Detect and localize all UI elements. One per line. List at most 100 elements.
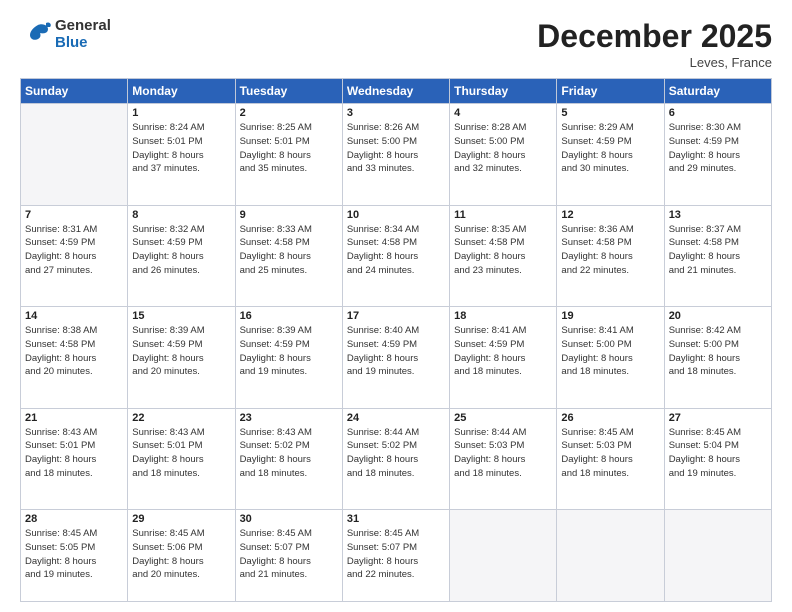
calendar-cell: 7 Sunrise: 8:31 AMSunset: 4:59 PMDaylight…: [21, 205, 128, 307]
calendar-cell: [557, 510, 664, 602]
day-detail: Sunrise: 8:45 AMSunset: 5:07 PMDaylight:…: [240, 527, 338, 582]
day-detail: Sunrise: 8:45 AMSunset: 5:06 PMDaylight:…: [132, 527, 230, 582]
day-number: 14: [25, 310, 123, 322]
calendar-cell: 5 Sunrise: 8:29 AMSunset: 4:59 PMDaylight…: [557, 104, 664, 206]
calendar-cell: 22 Sunrise: 8:43 AMSunset: 5:01 PMDayligh…: [128, 408, 235, 510]
day-detail: Sunrise: 8:45 AMSunset: 5:04 PMDaylight:…: [669, 426, 767, 481]
day-number: 21: [25, 412, 123, 424]
col-header-friday: Friday: [557, 79, 664, 104]
day-number: 26: [561, 412, 659, 424]
calendar-cell: 2 Sunrise: 8:25 AMSunset: 5:01 PMDaylight…: [235, 104, 342, 206]
calendar-cell: 12 Sunrise: 8:36 AMSunset: 4:58 PMDayligh…: [557, 205, 664, 307]
day-number: 13: [669, 209, 767, 221]
day-number: 1: [132, 107, 230, 119]
calendar: SundayMondayTuesdayWednesdayThursdayFrid…: [20, 78, 772, 602]
calendar-cell: 24 Sunrise: 8:44 AMSunset: 5:02 PMDayligh…: [342, 408, 449, 510]
header: General Blue December 2025 Leves, France: [20, 18, 772, 70]
day-number: 16: [240, 310, 338, 322]
day-detail: Sunrise: 8:41 AMSunset: 4:59 PMDaylight:…: [454, 324, 552, 379]
calendar-cell: 30Sunrise: 8:45 AMSunset: 5:07 PMDayligh…: [235, 510, 342, 602]
col-header-wednesday: Wednesday: [342, 79, 449, 104]
day-detail: Sunrise: 8:30 AMSunset: 4:59 PMDaylight:…: [669, 121, 767, 176]
day-number: 18: [454, 310, 552, 322]
day-detail: Sunrise: 8:43 AMSunset: 5:01 PMDaylight:…: [132, 426, 230, 481]
day-detail: Sunrise: 8:29 AMSunset: 4:59 PMDaylight:…: [561, 121, 659, 176]
calendar-cell: 20Sunrise: 8:42 AMSunset: 5:00 PMDayligh…: [664, 307, 771, 409]
day-detail: Sunrise: 8:31 AMSunset: 4:59 PMDaylight:…: [25, 223, 123, 278]
calendar-cell: 25Sunrise: 8:44 AMSunset: 5:03 PMDayligh…: [450, 408, 557, 510]
location: Leves, France: [537, 55, 772, 70]
calendar-cell: [664, 510, 771, 602]
day-number: 2: [240, 107, 338, 119]
calendar-cell: 27 Sunrise: 8:45 AMSunset: 5:04 PMDayligh…: [664, 408, 771, 510]
calendar-cell: [450, 510, 557, 602]
month-title: December 2025: [537, 18, 772, 55]
day-number: 12: [561, 209, 659, 221]
calendar-cell: 31Sunrise: 8:45 AMSunset: 5:07 PMDayligh…: [342, 510, 449, 602]
calendar-cell: 28 Sunrise: 8:45 AMSunset: 5:05 PMDayligh…: [21, 510, 128, 602]
logo: General Blue: [20, 18, 111, 51]
day-number: 25: [454, 412, 552, 424]
day-number: 8: [132, 209, 230, 221]
day-number: 6: [669, 107, 767, 119]
day-detail: Sunrise: 8:36 AMSunset: 4:58 PMDaylight:…: [561, 223, 659, 278]
day-detail: Sunrise: 8:37 AMSunset: 4:58 PMDaylight:…: [669, 223, 767, 278]
day-number: 4: [454, 107, 552, 119]
calendar-cell: 14 Sunrise: 8:38 AMSunset: 4:58 PMDayligh…: [21, 307, 128, 409]
calendar-cell: 29 Sunrise: 8:45 AMSunset: 5:06 PMDayligh…: [128, 510, 235, 602]
calendar-cell: 15Sunrise: 8:39 AMSunset: 4:59 PMDayligh…: [128, 307, 235, 409]
col-header-sunday: Sunday: [21, 79, 128, 104]
day-number: 7: [25, 209, 123, 221]
day-number: 28: [25, 513, 123, 525]
day-detail: Sunrise: 8:39 AMSunset: 4:59 PMDaylight:…: [240, 324, 338, 379]
calendar-cell: 23Sunrise: 8:43 AMSunset: 5:02 PMDayligh…: [235, 408, 342, 510]
day-detail: Sunrise: 8:41 AMSunset: 5:00 PMDaylight:…: [561, 324, 659, 379]
day-detail: Sunrise: 8:44 AMSunset: 5:02 PMDaylight:…: [347, 426, 445, 481]
calendar-header-row: SundayMondayTuesdayWednesdayThursdayFrid…: [21, 79, 772, 104]
calendar-cell: 1 Sunrise: 8:24 AMSunset: 5:01 PMDaylight…: [128, 104, 235, 206]
calendar-cell: 26Sunrise: 8:45 AMSunset: 5:03 PMDayligh…: [557, 408, 664, 510]
week-row-2: 7 Sunrise: 8:31 AMSunset: 4:59 PMDaylight…: [21, 205, 772, 307]
day-detail: Sunrise: 8:39 AMSunset: 4:59 PMDaylight:…: [132, 324, 230, 379]
day-detail: Sunrise: 8:34 AMSunset: 4:58 PMDaylight:…: [347, 223, 445, 278]
day-number: 27: [669, 412, 767, 424]
day-number: 29: [132, 513, 230, 525]
day-number: 5: [561, 107, 659, 119]
week-row-4: 21 Sunrise: 8:43 AMSunset: 5:01 PMDayligh…: [21, 408, 772, 510]
week-row-5: 28 Sunrise: 8:45 AMSunset: 5:05 PMDayligh…: [21, 510, 772, 602]
day-number: 24: [347, 412, 445, 424]
calendar-cell: 10Sunrise: 8:34 AMSunset: 4:58 PMDayligh…: [342, 205, 449, 307]
day-number: 19: [561, 310, 659, 322]
day-number: 22: [132, 412, 230, 424]
logo-blue-text: Blue: [55, 35, 111, 52]
calendar-cell: 3 Sunrise: 8:26 AMSunset: 5:00 PMDaylight…: [342, 104, 449, 206]
calendar-cell: 17 Sunrise: 8:40 AMSunset: 4:59 PMDayligh…: [342, 307, 449, 409]
day-detail: Sunrise: 8:26 AMSunset: 5:00 PMDaylight:…: [347, 121, 445, 176]
day-detail: Sunrise: 8:33 AMSunset: 4:58 PMDaylight:…: [240, 223, 338, 278]
day-detail: Sunrise: 8:38 AMSunset: 4:58 PMDaylight:…: [25, 324, 123, 379]
calendar-cell: 9 Sunrise: 8:33 AMSunset: 4:58 PMDaylight…: [235, 205, 342, 307]
logo-general-text: General: [55, 18, 111, 35]
col-header-monday: Monday: [128, 79, 235, 104]
day-number: 20: [669, 310, 767, 322]
title-block: December 2025 Leves, France: [537, 18, 772, 70]
day-detail: Sunrise: 8:24 AMSunset: 5:01 PMDaylight:…: [132, 121, 230, 176]
day-number: 3: [347, 107, 445, 119]
calendar-cell: [21, 104, 128, 206]
day-detail: Sunrise: 8:45 AMSunset: 5:05 PMDaylight:…: [25, 527, 123, 582]
col-header-thursday: Thursday: [450, 79, 557, 104]
day-number: 23: [240, 412, 338, 424]
calendar-cell: 6 Sunrise: 8:30 AMSunset: 4:59 PMDaylight…: [664, 104, 771, 206]
calendar-cell: 21Sunrise: 8:43 AMSunset: 5:01 PMDayligh…: [21, 408, 128, 510]
calendar-cell: 16 Sunrise: 8:39 AMSunset: 4:59 PMDayligh…: [235, 307, 342, 409]
day-detail: Sunrise: 8:25 AMSunset: 5:01 PMDaylight:…: [240, 121, 338, 176]
day-number: 11: [454, 209, 552, 221]
logo-text: General Blue: [55, 18, 111, 51]
day-detail: Sunrise: 8:35 AMSunset: 4:58 PMDaylight:…: [454, 223, 552, 278]
day-number: 9: [240, 209, 338, 221]
day-number: 17: [347, 310, 445, 322]
day-detail: Sunrise: 8:40 AMSunset: 4:59 PMDaylight:…: [347, 324, 445, 379]
day-detail: Sunrise: 8:28 AMSunset: 5:00 PMDaylight:…: [454, 121, 552, 176]
week-row-3: 14 Sunrise: 8:38 AMSunset: 4:58 PMDayligh…: [21, 307, 772, 409]
calendar-cell: 19 Sunrise: 8:41 AMSunset: 5:00 PMDayligh…: [557, 307, 664, 409]
